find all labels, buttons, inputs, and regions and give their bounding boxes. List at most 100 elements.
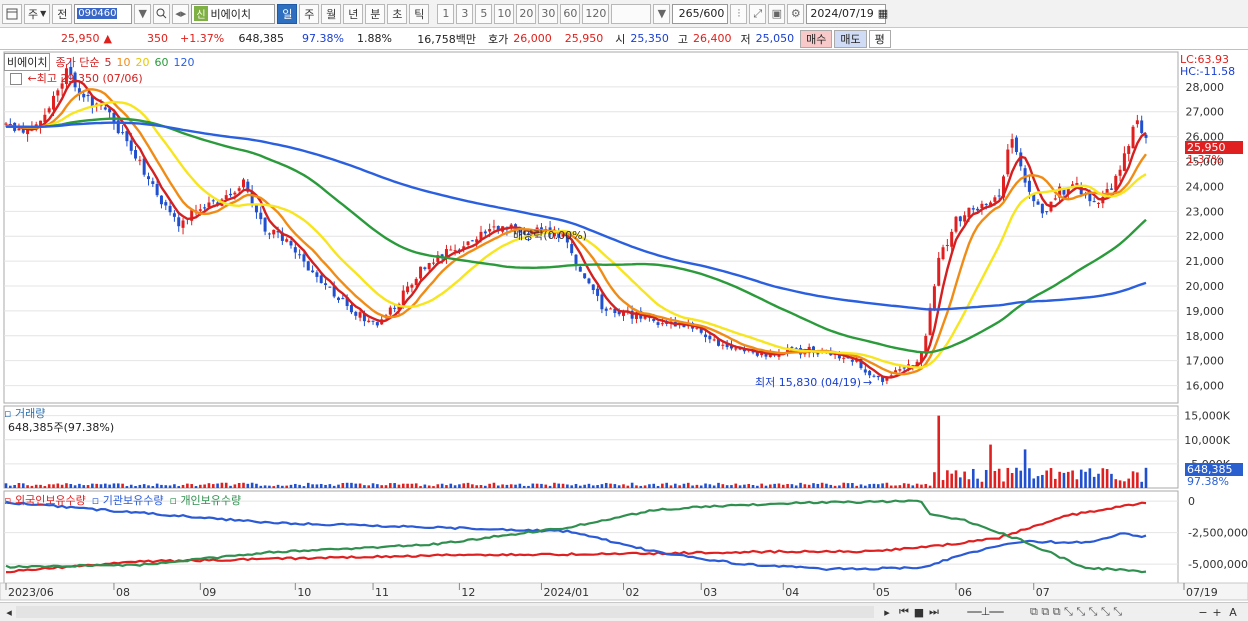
holdings-tick-label: 0 xyxy=(1188,495,1195,508)
tab-period-day[interactable]: 일 xyxy=(277,3,298,24)
interval-button[interactable]: 1 xyxy=(437,3,455,24)
stop-icon[interactable]: ■ xyxy=(912,606,926,619)
volume-bar xyxy=(151,486,155,488)
candle-body xyxy=(354,311,358,316)
search-icon[interactable] xyxy=(153,3,171,24)
interval-button[interactable]: 10 xyxy=(494,3,515,24)
volume-bar xyxy=(354,483,358,488)
indicator-icon[interactable]: ⫶ xyxy=(730,3,748,24)
period-select[interactable]: 주 ▼ xyxy=(24,3,51,24)
forward-icon[interactable]: ⏭ xyxy=(927,605,941,619)
date-tick-label: 07/19 xyxy=(1186,586,1218,599)
zoom-in-icon[interactable]: + xyxy=(1210,606,1224,619)
stock-code-input[interactable]: 090460 xyxy=(74,3,133,24)
candle-body xyxy=(341,298,345,300)
volume-ratio-value: 97.38% xyxy=(302,32,344,45)
tab-period-second[interactable]: 초 xyxy=(387,3,408,24)
volume-bar xyxy=(268,485,271,488)
volume-bar xyxy=(211,484,215,488)
stock-name: 비에이치 xyxy=(210,7,252,21)
candle-body xyxy=(466,241,470,245)
legend-ma120: 120 xyxy=(173,55,195,69)
scroll-left-icon[interactable]: ◂ xyxy=(2,606,16,619)
interval-input[interactable] xyxy=(611,3,652,24)
scroll-track[interactable] xyxy=(16,606,874,618)
interval-button[interactable]: 60 xyxy=(560,3,581,24)
rewind-icon[interactable]: ⏮ xyxy=(897,605,911,619)
scroll-right-icon[interactable]: ▸ xyxy=(880,606,894,619)
date-field[interactable]: 2024/07/19 ▦ xyxy=(806,3,888,24)
volume-bar xyxy=(86,485,90,488)
chevron-down-icon[interactable]: ▼ xyxy=(653,3,671,24)
speaker-icon[interactable]: ◂▸ xyxy=(172,3,190,24)
volume-bar xyxy=(1066,471,1070,488)
sell-button[interactable]: 매도 xyxy=(834,29,867,48)
volume-bar xyxy=(1071,470,1074,488)
volume-bar xyxy=(570,485,573,488)
buy-button[interactable]: 매수 xyxy=(800,29,833,48)
stock-name-field[interactable]: 신 비에이치 xyxy=(191,3,276,24)
tab-period-week[interactable]: 주 xyxy=(299,3,320,24)
pyeong-button[interactable]: 평 xyxy=(868,29,891,48)
volume-bar xyxy=(954,470,958,488)
candle-body xyxy=(147,176,150,180)
candle-body xyxy=(17,128,21,131)
tab-period-tick[interactable]: 틱 xyxy=(409,3,430,24)
volume-bar xyxy=(397,484,401,488)
tab-period-minute[interactable]: 분 xyxy=(365,3,386,24)
chart-toolbar: 주 ▼ 전 090460 ▼ ◂▸ 신 비에이치 일 주 월 년 분 초 틱 1 3… xyxy=(0,0,1248,28)
legend-ma20: 20 xyxy=(135,55,150,69)
interval-button[interactable]: 120 xyxy=(582,3,610,24)
date-tick-label: 10 xyxy=(297,586,311,599)
date-tick-label: 09 xyxy=(202,586,216,599)
candle-body xyxy=(997,195,1001,197)
code-dropdown-button[interactable]: ▼ xyxy=(134,3,152,24)
volume-bar xyxy=(946,470,949,488)
zoom-slider[interactable]: ⎯⎯⎯⊥⎯⎯⎯ xyxy=(950,605,1020,619)
volume-bar xyxy=(721,484,725,488)
layout-icon[interactable] xyxy=(2,3,22,24)
volume-bar xyxy=(432,486,435,488)
bar-count-field[interactable]: 265/600 xyxy=(672,3,729,24)
volume-bar xyxy=(656,485,660,488)
legend-foreign: ▫ 외국인보유수량 xyxy=(4,494,86,507)
stock-chart[interactable]: 28,00027,00026,00025,00024,00023,00022,0… xyxy=(0,50,1248,602)
table-icon[interactable] xyxy=(10,73,22,85)
draw-icon[interactable]: ⤢ xyxy=(749,3,767,24)
interval-button[interactable]: 5 xyxy=(475,3,493,24)
legend-stock-name[interactable]: 비에이치 xyxy=(4,53,51,71)
chevron-down-icon: ▼ xyxy=(40,9,47,18)
volume-bar xyxy=(13,485,16,488)
calendar-icon[interactable]: ▦ xyxy=(878,7,888,20)
interval-button[interactable]: 3 xyxy=(456,3,474,24)
volume-bar xyxy=(756,485,759,488)
interval-button[interactable]: 20 xyxy=(516,3,537,24)
volume-bar xyxy=(134,486,137,488)
price-tick-label: 22,000 xyxy=(1186,230,1225,243)
up-arrow-icon: ▲ xyxy=(103,32,112,45)
volume-bar xyxy=(1127,478,1131,488)
ohlc: 시 25,350 고 26,400 저 25,050 xyxy=(609,28,800,50)
zoom-out-icon[interactable]: − xyxy=(1196,606,1210,619)
ask-bid: 호가 26,000 25,950 xyxy=(482,28,609,50)
auto-scale-icon[interactable]: A xyxy=(1226,606,1240,619)
tab-period-year[interactable]: 년 xyxy=(343,3,364,24)
candle-body xyxy=(168,205,172,213)
volume-bar xyxy=(505,484,509,488)
save-icon[interactable]: ▣ xyxy=(768,3,786,24)
candle-body xyxy=(734,348,738,350)
volume-bar xyxy=(1144,467,1148,488)
volume-bar xyxy=(1036,476,1040,488)
gear-icon[interactable]: ⚙ xyxy=(787,3,805,24)
interval-button[interactable]: 30 xyxy=(538,3,559,24)
candle-body xyxy=(349,305,353,313)
tab-period-month[interactable]: 월 xyxy=(321,3,342,24)
volume-bar xyxy=(855,485,858,488)
volume-bar xyxy=(259,485,263,488)
volume-bar xyxy=(604,482,608,488)
volume-bar xyxy=(734,483,738,488)
stock-code-value: 090460 xyxy=(77,8,118,19)
prev-button[interactable]: 전 xyxy=(52,3,73,24)
volume-bar xyxy=(341,482,345,488)
tool-icons[interactable]: ⧉ ⧉ ⧉ ⤡ ⤡ ⤡ ⤡ ⤡ xyxy=(1030,605,1210,619)
